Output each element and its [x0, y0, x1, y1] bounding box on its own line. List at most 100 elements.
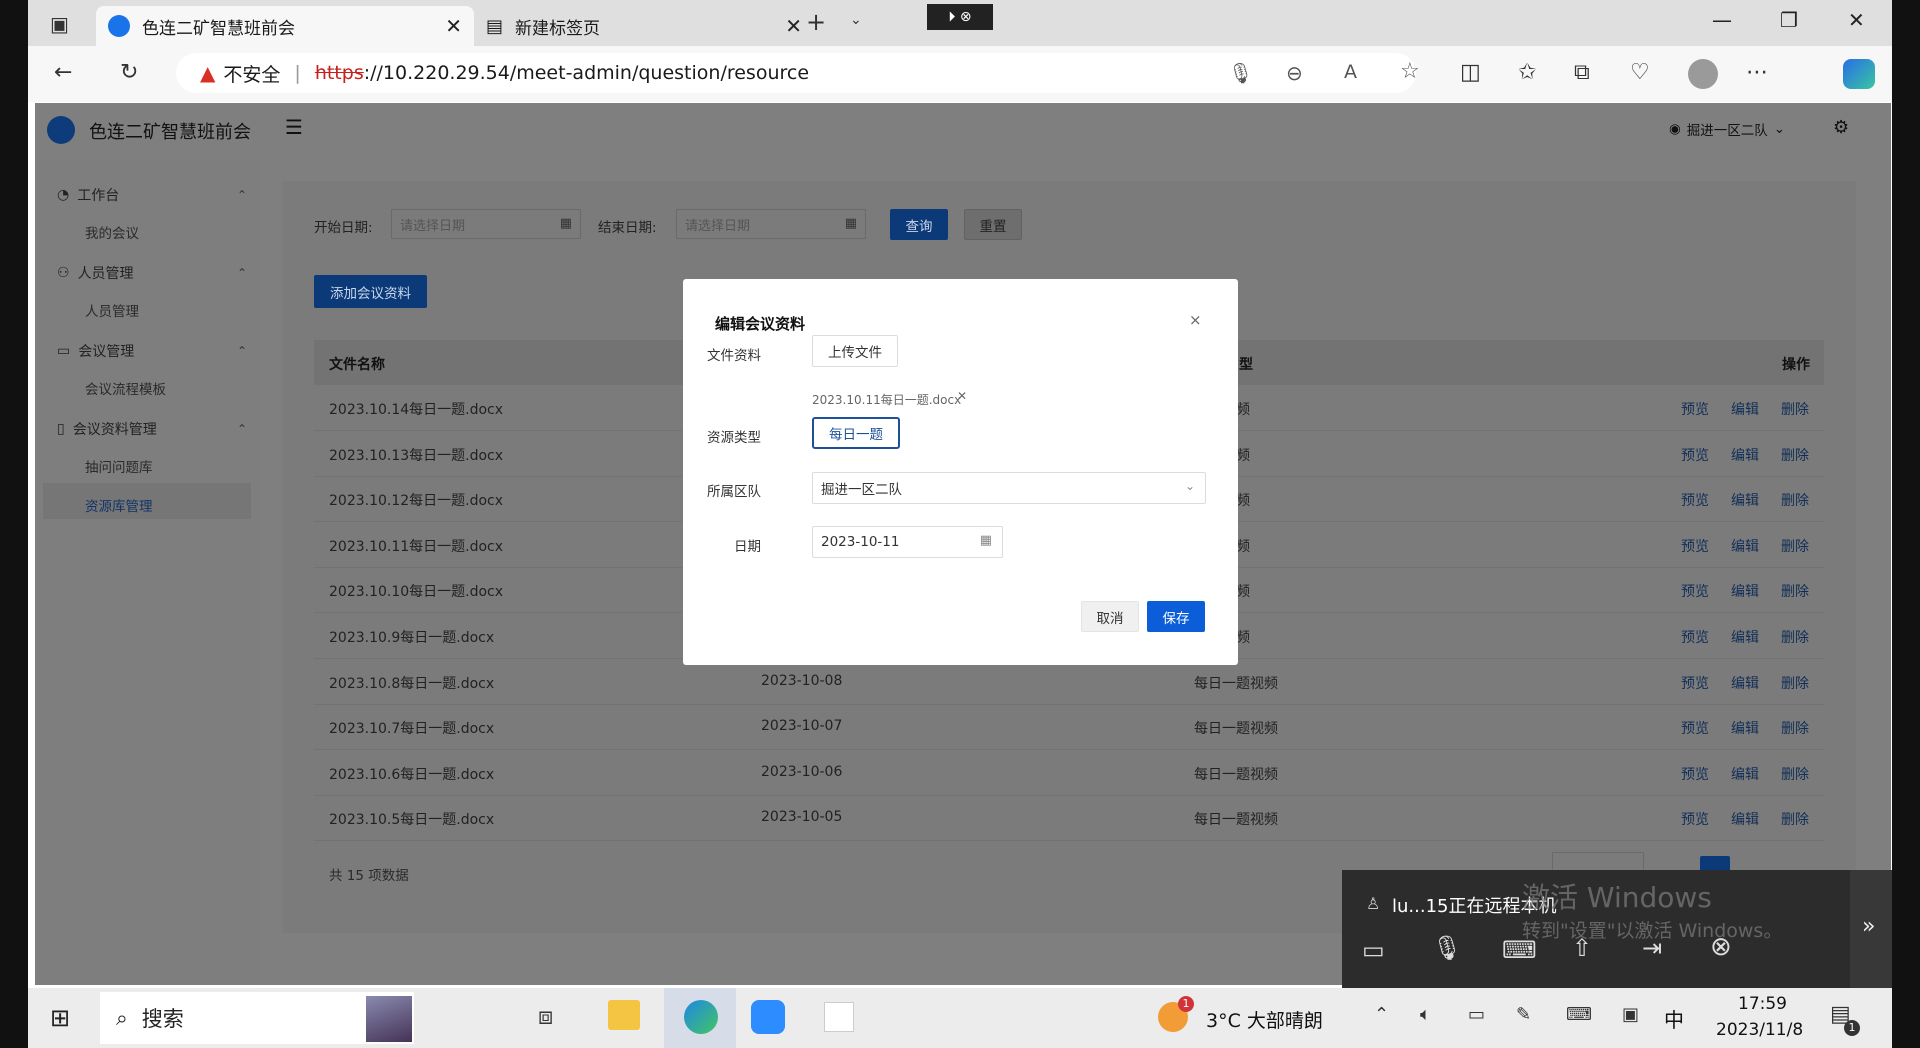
delete-link[interactable]: 删除	[1781, 673, 1809, 693]
preview-link[interactable]: 预览	[1681, 764, 1709, 784]
clock-time[interactable]: 17:59	[1738, 994, 1787, 1014]
sidebar-group-materials[interactable]: ▯ 会议资料管理 ⌃	[57, 419, 247, 439]
close-tab-icon[interactable]: ✕	[445, 14, 462, 38]
team-select[interactable]: 掘进一区二队 ⌄	[812, 472, 1206, 504]
favorite-star-icon[interactable]: ☆	[1400, 59, 1420, 84]
sidebar-item-question-bank[interactable]: 抽问问题库	[85, 456, 153, 476]
ime-indicator[interactable]: 中	[1664, 1004, 1684, 1033]
edit-link[interactable]: 编辑	[1731, 627, 1759, 647]
preview-link[interactable]: 预览	[1681, 445, 1709, 465]
upload-file-button[interactable]: 上传文件	[812, 335, 898, 367]
back-icon[interactable]: ←	[54, 60, 72, 85]
taskbar-search-box[interactable]: ⌕ 搜索	[100, 992, 414, 1044]
read-aloud-icon[interactable]: A	[1344, 61, 1357, 83]
delete-link[interactable]: 删除	[1781, 490, 1809, 510]
taskbar-edge-active[interactable]	[664, 988, 736, 1048]
edit-link[interactable]: 编辑	[1731, 490, 1759, 510]
edit-link[interactable]: 编辑	[1731, 536, 1759, 556]
network-icon[interactable]: ▭	[1468, 1004, 1485, 1025]
mic-icon[interactable]: 🎙︎	[1228, 61, 1253, 85]
copilot-icon[interactable]	[1843, 59, 1875, 89]
edit-link[interactable]: 编辑	[1731, 764, 1759, 784]
zoom-out-icon[interactable]: ⊖	[1286, 61, 1303, 85]
close-tab-icon[interactable]: ✕	[785, 14, 802, 38]
collections-icon[interactable]: ⧉	[1574, 60, 1590, 85]
delete-link[interactable]: 删除	[1781, 536, 1809, 556]
file-explorer-icon[interactable]	[608, 1000, 640, 1030]
preview-link[interactable]: 预览	[1681, 490, 1709, 510]
security-label[interactable]: 不安全	[223, 60, 280, 87]
add-material-button[interactable]: 添加会议资料	[314, 275, 427, 308]
remove-file-icon[interactable]: ✕	[957, 389, 967, 403]
tab-list-chevron-icon[interactable]: ⌄	[850, 12, 862, 28]
close-window-icon[interactable]: ✕	[1848, 8, 1865, 32]
new-tab-plus-icon[interactable]: +	[806, 8, 826, 36]
keyboard-icon[interactable]: ⌨	[1566, 1004, 1592, 1025]
sidebar-group-people[interactable]: ⚇ 人员管理 ⌃	[57, 263, 247, 283]
delete-link[interactable]: 删除	[1781, 809, 1809, 829]
preview-link[interactable]: 预览	[1681, 536, 1709, 556]
delete-link[interactable]: 删除	[1781, 764, 1809, 784]
close-dialog-icon[interactable]: ×	[1189, 311, 1202, 329]
save-button[interactable]: 保存	[1147, 601, 1205, 632]
delete-link[interactable]: 删除	[1781, 581, 1809, 601]
favorites-icon[interactable]: ✩	[1518, 60, 1536, 85]
edit-link[interactable]: 编辑	[1731, 809, 1759, 829]
chat-icon[interactable]: ▭	[1362, 936, 1385, 964]
restore-icon[interactable]: ❐	[1780, 8, 1798, 32]
pen-icon[interactable]: ✎	[1516, 1004, 1531, 1025]
settings-gear-icon[interactable]: ⚙	[1833, 117, 1849, 138]
tab-new[interactable]: ▤ 新建标签页 ✕	[474, 6, 814, 46]
edit-link[interactable]: 编辑	[1731, 718, 1759, 738]
edit-link[interactable]: 编辑	[1731, 399, 1759, 419]
query-button[interactable]: 查询	[890, 209, 948, 240]
delete-link[interactable]: 删除	[1781, 445, 1809, 465]
delete-link[interactable]: 删除	[1781, 627, 1809, 647]
preview-link[interactable]: 预览	[1681, 673, 1709, 693]
meeting-app-icon[interactable]	[751, 1000, 785, 1034]
tablet-mode-icon[interactable]: ▣	[1622, 1004, 1639, 1025]
tab-actions-icon[interactable]: ▣	[50, 12, 69, 36]
reset-button[interactable]: 重置	[964, 209, 1022, 240]
tab-app[interactable]: 色连二矿智慧班前会 ✕	[96, 6, 474, 46]
delete-link[interactable]: 删除	[1781, 399, 1809, 419]
user-menu[interactable]: ◉ 掘进一区二队 ⌄	[1669, 119, 1785, 139]
minimize-icon[interactable]: —	[1712, 8, 1732, 32]
recording-badge[interactable]: ⏵ ⊗	[927, 4, 993, 30]
edit-link[interactable]: 编辑	[1731, 581, 1759, 601]
collapse-panel[interactable]: »	[1850, 870, 1892, 988]
task-view-icon[interactable]: ⧈	[538, 1002, 553, 1030]
sidebar-item-my-meetings[interactable]: 我的会议	[85, 222, 139, 242]
sidebar-item-people-manage[interactable]: 人员管理	[85, 300, 139, 320]
preview-link[interactable]: 预览	[1681, 809, 1709, 829]
edit-link[interactable]: 编辑	[1731, 673, 1759, 693]
profile-avatar[interactable]	[1688, 59, 1718, 89]
preview-link[interactable]: 预览	[1681, 627, 1709, 647]
preview-link[interactable]: 预览	[1681, 718, 1709, 738]
sidebar-group-meetings[interactable]: ▭ 会议管理 ⌃	[57, 341, 247, 361]
windows-start-icon[interactable]: ⊞	[50, 1004, 70, 1032]
weather-text[interactable]: 3°C 大部晴朗	[1206, 1006, 1323, 1033]
split-screen-icon[interactable]: ◫	[1460, 60, 1481, 85]
more-menu-icon[interactable]: ⋯	[1746, 60, 1768, 85]
preview-link[interactable]: 预览	[1681, 581, 1709, 601]
resource-type-option[interactable]: 每日一题	[812, 417, 900, 449]
start-date-input[interactable]: 请选择日期 ▦	[391, 209, 581, 239]
volume-icon[interactable]: 🔈︎	[1420, 1004, 1431, 1025]
delete-link[interactable]: 删除	[1781, 718, 1809, 738]
preview-link[interactable]: 预览	[1681, 399, 1709, 419]
cancel-button[interactable]: 取消	[1081, 601, 1139, 632]
end-date-input[interactable]: 请选择日期 ▦	[676, 209, 866, 239]
browser-essentials-icon[interactable]: ♡	[1630, 60, 1650, 85]
sidebar-group-workbench[interactable]: ◔ 工作台 ⌃	[57, 185, 247, 205]
clock-date[interactable]: 2023/11/8	[1716, 1020, 1803, 1040]
edit-link[interactable]: 编辑	[1731, 445, 1759, 465]
sidebar-item-resource-library[interactable]: 资源库管理	[85, 495, 153, 515]
menu-toggle-icon[interactable]: ☰	[285, 115, 303, 139]
sidebar-item-meeting-template[interactable]: 会议流程模板	[85, 378, 166, 398]
microphone-icon[interactable]: 🎙︎	[1432, 934, 1462, 962]
hidden-icons-chevron-icon[interactable]: ⌃	[1374, 1004, 1389, 1025]
date-picker[interactable]: 2023-10-11 ▦	[812, 526, 1003, 558]
refresh-icon[interactable]: ↻	[120, 60, 138, 85]
microsoft-store-icon[interactable]	[824, 1002, 854, 1032]
